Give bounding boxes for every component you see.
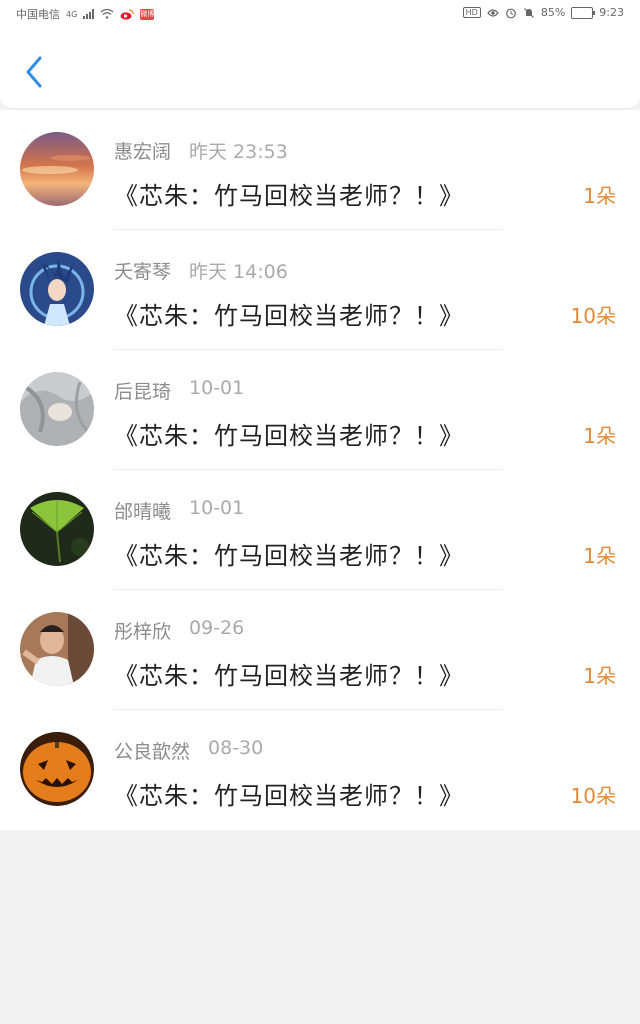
avatar[interactable] — [20, 252, 94, 326]
status-bar: 中国电信 4G 微博 HD 85% 9:23 — [0, 0, 640, 28]
item-meta: 后昆琦 10-01 — [114, 377, 244, 404]
item-time: 昨天 23:53 — [189, 141, 288, 163]
avatar[interactable] — [20, 372, 94, 446]
clock: 9:23 — [599, 6, 624, 19]
hd-badge: HD — [462, 7, 481, 18]
sender-name: 后昆琦 — [114, 381, 172, 403]
back-button[interactable] — [18, 52, 50, 92]
eye-icon — [487, 8, 499, 17]
flower-count: 1朵 — [583, 184, 616, 208]
sender-name: 彤梓欣 — [114, 621, 172, 643]
flower-count: 1朵 — [583, 664, 616, 688]
carrier-label: 中国电信 — [16, 8, 60, 21]
sender-name: 惠宏阔 — [114, 141, 172, 163]
chevron-left-icon — [26, 56, 42, 88]
signal-icon — [83, 9, 95, 19]
status-left: 中国电信 4G 微博 — [16, 6, 155, 22]
sender-name: 夭寄琴 — [114, 261, 172, 283]
status-right: HD 85% 9:23 — [462, 6, 624, 19]
battery-icon — [571, 6, 596, 19]
weibo-icon — [120, 8, 134, 20]
item-time: 昨天 14:06 — [189, 261, 288, 283]
battery-percent: 85% — [540, 6, 566, 19]
network-label: 4G — [66, 9, 78, 19]
item-time: 08-30 — [208, 737, 264, 759]
book-title: 《芯朱：竹马回校当老师？！》 — [114, 422, 464, 450]
item-meta: 惠宏阔 昨天 23:53 — [114, 137, 288, 164]
list-item[interactable]: 惠宏阔 昨天 23:53 《芯朱：竹马回校当老师？！》 1朵 — [0, 110, 640, 230]
list-item[interactable]: 夭寄琴 昨天 14:06 《芯朱：竹马回校当老师？！》 10朵 — [0, 230, 640, 350]
header — [0, 28, 640, 108]
book-title: 《芯朱：竹马回校当老师？！》 — [114, 182, 464, 210]
flower-count: 1朵 — [583, 424, 616, 448]
book-title: 《芯朱：竹马回校当老师？！》 — [114, 542, 464, 570]
flower-count: 1朵 — [583, 544, 616, 568]
avatar[interactable] — [20, 612, 94, 686]
book-title: 《芯朱：竹马回校当老师？！》 — [114, 302, 464, 330]
item-meta: 彤梓欣 09-26 — [114, 617, 244, 644]
book-title: 《芯朱：竹马回校当老师？！》 — [114, 782, 464, 810]
book-title: 《芯朱：竹马回校当老师？！》 — [114, 662, 464, 690]
gift-record-list: 惠宏阔 昨天 23:53 《芯朱：竹马回校当老师？！》 1朵 夭寄琴 昨天 14… — [0, 110, 640, 830]
list-item[interactable]: 邰晴曦 10-01 《芯朱：竹马回校当老师？！》 1朵 — [0, 470, 640, 590]
bell-off-icon — [523, 7, 534, 18]
item-meta: 公良歆然 08-30 — [114, 737, 263, 764]
avatar[interactable] — [20, 492, 94, 566]
list-item[interactable]: 后昆琦 10-01 《芯朱：竹马回校当老师？！》 1朵 — [0, 350, 640, 470]
list-item[interactable]: 彤梓欣 09-26 《芯朱：竹马回校当老师？！》 1朵 — [0, 590, 640, 710]
item-time: 10-01 — [189, 377, 245, 399]
item-time: 09-26 — [189, 617, 245, 639]
sender-name: 邰晴曦 — [114, 501, 172, 523]
flower-count: 10朵 — [570, 304, 616, 328]
list-item[interactable]: 公良歆然 08-30 《芯朱：竹马回校当老师？！》 10朵 — [0, 710, 640, 830]
screen: 中国电信 4G 微博 HD 85% 9:23 惠宏阔 昨天 23:53 《芯朱：… — [0, 0, 640, 1024]
avatar[interactable] — [20, 132, 94, 206]
sender-name: 公良歆然 — [114, 741, 191, 763]
avatar[interactable] — [20, 732, 94, 806]
item-time: 10-01 — [189, 497, 245, 519]
notification-badge: 微博 — [140, 8, 155, 20]
item-meta: 邰晴曦 10-01 — [114, 497, 244, 524]
wifi-icon — [100, 9, 114, 19]
item-meta: 夭寄琴 昨天 14:06 — [114, 257, 288, 284]
alarm-icon — [505, 8, 516, 18]
flower-count: 10朵 — [570, 784, 616, 808]
